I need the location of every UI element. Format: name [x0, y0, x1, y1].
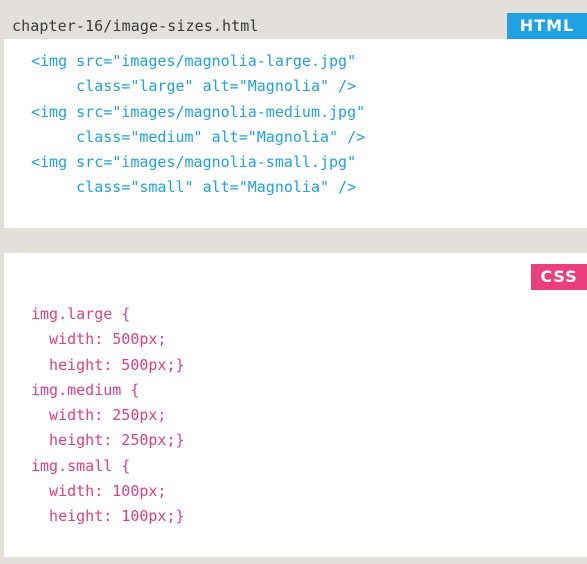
- code-line: height: 100px;}: [31, 507, 185, 526]
- code-line: class="small" alt="Magnolia" />: [31, 178, 357, 197]
- code-line: width: 100px;: [31, 482, 167, 501]
- code-line: <img src="images/magnolia-small.jpg": [31, 153, 357, 172]
- css-code-block: img.large { width: 500px; height: 500px;…: [31, 302, 185, 530]
- code-line: width: 250px;: [31, 406, 167, 425]
- html-language-badge: HTML: [507, 13, 587, 39]
- code-line: <img src="images/magnolia-medium.jpg": [31, 102, 366, 121]
- code-example-page: chapter-16/image-sizes.html HTML <img sr…: [0, 0, 587, 564]
- code-line: width: 500px;: [31, 330, 167, 349]
- html-code-panel: chapter-16/image-sizes.html HTML <img sr…: [4, 13, 587, 228]
- html-code-block: <img src="images/magnolia-large.jpg" cla…: [31, 49, 365, 201]
- code-line: img.small {: [31, 456, 131, 475]
- code-line: <img src="images/magnolia-large.jpg": [31, 52, 357, 70]
- css-code-panel: CSS img.large { width: 500px; height: 50…: [4, 253, 587, 557]
- css-language-badge: CSS: [531, 264, 587, 290]
- file-header: chapter-16/image-sizes.html HTML: [4, 13, 587, 39]
- code-line: height: 250px;}: [31, 431, 185, 450]
- code-line: height: 500px;}: [31, 355, 185, 374]
- code-line: class="large" alt="Magnolia" />: [31, 77, 357, 96]
- code-line: img.medium {: [31, 380, 140, 399]
- code-line: class="medium" alt="Magnolia" />: [31, 127, 366, 146]
- filename-label: chapter-16/image-sizes.html: [12, 17, 259, 35]
- code-line: img.large {: [31, 305, 131, 323]
